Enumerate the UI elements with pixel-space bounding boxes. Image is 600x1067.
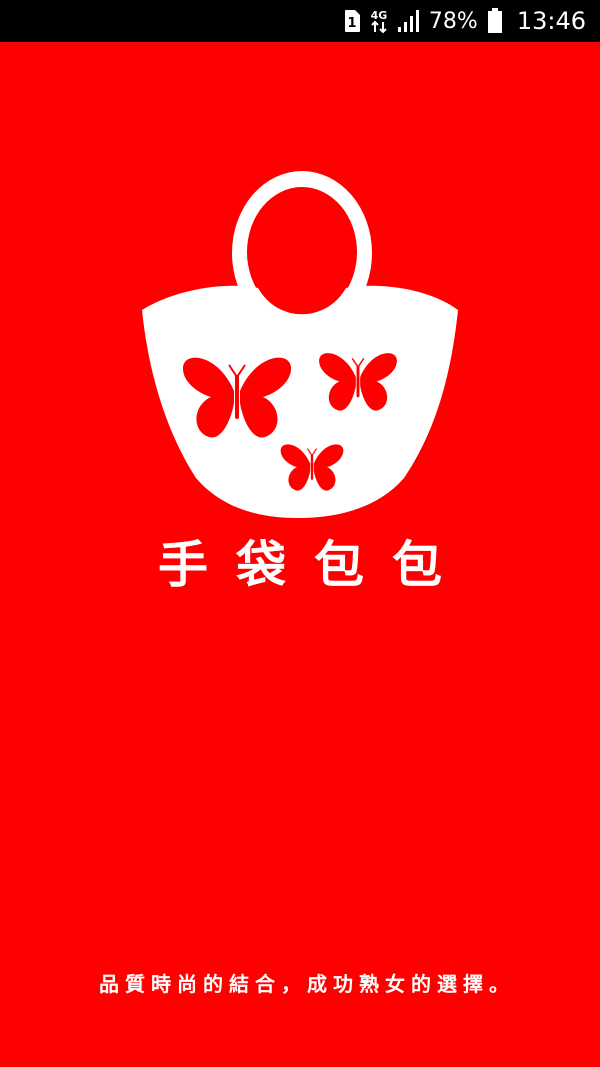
clock: 13:46 xyxy=(516,7,586,35)
sim-slot-label: 1 xyxy=(347,16,356,31)
status-bar: 1 4G 78% 13:46 xyxy=(0,0,600,42)
sim-icon: 1 xyxy=(343,9,361,33)
battery-icon xyxy=(487,8,503,34)
network-type-label: 4G xyxy=(371,9,388,22)
app-title: 手袋包包 xyxy=(158,535,470,594)
splash-screen: 1 4G 78% 13:46 手袋包包 品質時尚的結合，成功熟女的選擇。 xyxy=(0,0,600,1067)
signal-icon xyxy=(397,9,421,33)
handbag-butterfly-logo xyxy=(138,168,462,522)
slogan-text: 品質時尚的結合，成功熟女的選擇。 xyxy=(99,972,515,996)
network-icon: 4G xyxy=(370,8,388,34)
battery-percent: 78% xyxy=(428,8,478,34)
